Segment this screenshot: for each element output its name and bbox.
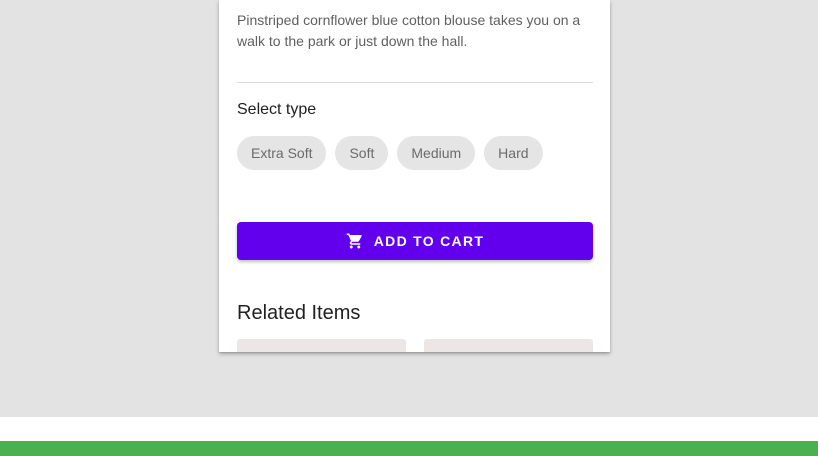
related-item-card[interactable] xyxy=(237,339,406,352)
select-type-label: Select type xyxy=(237,101,317,118)
chip-soft[interactable]: Soft xyxy=(335,136,389,170)
related-item-card[interactable] xyxy=(424,339,593,352)
product-card: Pinstriped cornflower blue cotton blouse… xyxy=(219,0,610,352)
bottom-bar xyxy=(0,441,818,456)
chip-hard[interactable]: Hard xyxy=(484,136,543,170)
chip-medium[interactable]: Medium xyxy=(397,136,476,170)
related-items-heading: Related Items xyxy=(237,302,361,324)
page-background: Pinstriped cornflower blue cotton blouse… xyxy=(0,0,818,417)
divider xyxy=(237,82,593,83)
chip-extra-soft[interactable]: Extra Soft xyxy=(237,136,327,170)
type-chip-group: Extra Soft Soft Medium Hard xyxy=(237,136,543,170)
cart-icon xyxy=(346,233,362,249)
add-to-cart-button[interactable]: ADD TO CART xyxy=(237,222,593,260)
add-to-cart-label: ADD TO CART xyxy=(373,233,485,249)
product-description: Pinstriped cornflower blue cotton blouse… xyxy=(237,12,581,49)
